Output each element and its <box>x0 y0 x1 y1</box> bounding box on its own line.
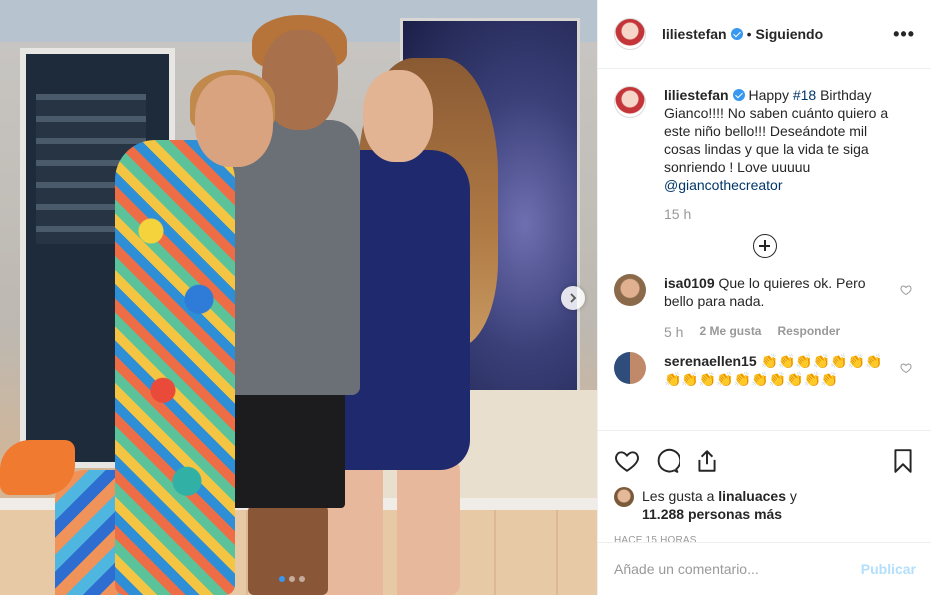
likes-summary: Les gusta a linaluaces y 11.288 personas… <box>614 487 916 523</box>
carousel-dots <box>279 576 305 582</box>
bookmark-icon[interactable] <box>890 448 916 474</box>
verified-badge-icon <box>730 28 743 40</box>
likes-prefix: Les gusta a <box>642 488 719 504</box>
comment-username[interactable]: serenaellen15 <box>664 353 757 369</box>
comment-meta: 5 h 2 Me gusta Responder <box>664 324 916 340</box>
load-more-comments[interactable] <box>614 234 916 258</box>
caption-text-start: Happy <box>748 87 793 103</box>
post-actions: Les gusta a linaluaces y 11.288 personas… <box>598 430 931 546</box>
post-panel: liliestefan • Siguiendo ••• liliestefan … <box>597 0 931 595</box>
comment-like-icon[interactable] <box>900 284 912 299</box>
commenter-avatar[interactable] <box>614 352 646 384</box>
plus-circle-icon[interactable] <box>753 234 777 258</box>
more-horizontal-icon[interactable]: ••• <box>893 24 915 45</box>
comment-icon[interactable] <box>654 448 680 474</box>
action-icons <box>614 441 916 481</box>
carousel-dot-3 <box>299 576 305 582</box>
liker-avatar[interactable] <box>614 487 634 507</box>
likes-connector: y <box>785 488 797 504</box>
comment-item: isa0109 Que lo quieres ok. Pero bello pa… <box>614 274 916 310</box>
header-separator: • <box>746 26 752 42</box>
follow-status-button[interactable]: Siguiendo <box>756 26 824 42</box>
comment-body: isa0109 Que lo quieres ok. Pero bello pa… <box>664 274 894 310</box>
author-username[interactable]: liliestefan <box>662 26 727 42</box>
caption-avatar[interactable] <box>614 86 646 118</box>
caption-text: liliestefan Happy #18 Birthday Gianco!!!… <box>664 86 904 194</box>
caption-mention[interactable]: @giancothecreator <box>664 177 783 193</box>
liker-username[interactable]: linaluaces <box>718 488 786 504</box>
caption-username[interactable]: liliestefan <box>664 87 729 103</box>
post-caption: liliestefan Happy #18 Birthday Gianco!!!… <box>614 86 916 194</box>
share-icon[interactable] <box>694 448 720 474</box>
verified-badge-icon <box>732 89 745 101</box>
comment-time[interactable]: 5 h <box>664 324 683 340</box>
comments-area[interactable]: liliestefan Happy #18 Birthday Gianco!!!… <box>598 70 931 430</box>
author-avatar[interactable] <box>614 18 646 50</box>
chevron-right-icon <box>570 293 577 303</box>
carousel-dot-2 <box>289 576 295 582</box>
post-header: liliestefan • Siguiendo ••• <box>598 0 931 69</box>
comment-reply-button[interactable]: Responder <box>777 324 840 340</box>
carousel-next-button[interactable] <box>561 286 585 310</box>
comment-input[interactable] <box>614 561 861 577</box>
comment-body: serenaellen15 👏👏👏👏👏👏👏👏👏👏👏👏👏👏👏👏👏 <box>664 352 894 388</box>
carousel-dot-1 <box>279 576 285 582</box>
comment-item: serenaellen15 👏👏👏👏👏👏👏👏👏👏👏👏👏👏👏👏👏 <box>614 352 916 388</box>
comment-likes[interactable]: 2 Me gusta <box>699 324 761 340</box>
add-comment-bar: Publicar <box>598 542 931 595</box>
commenter-avatar[interactable] <box>614 274 646 306</box>
heart-icon[interactable] <box>614 448 640 474</box>
likes-text: Les gusta a linaluaces y 11.288 personas… <box>642 487 797 523</box>
comment-like-icon[interactable] <box>900 362 912 377</box>
post-photo[interactable] <box>0 0 597 595</box>
caption-hashtag[interactable]: #18 <box>793 87 816 103</box>
likes-count-link[interactable]: 11.288 personas más <box>642 506 782 522</box>
publish-comment-button[interactable]: Publicar <box>861 561 916 577</box>
caption-time[interactable]: 15 h <box>664 206 916 222</box>
comment-username[interactable]: isa0109 <box>664 275 715 291</box>
